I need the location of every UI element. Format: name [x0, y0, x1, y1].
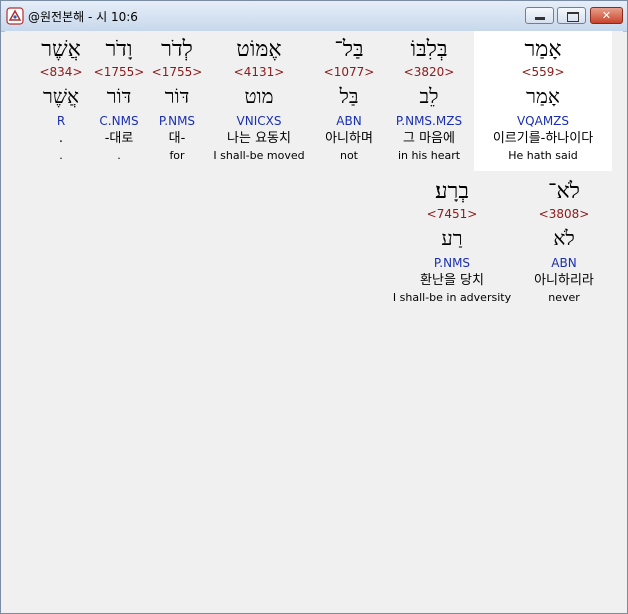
english-gloss: for: [169, 149, 185, 162]
english-gloss: I shall-be moved: [213, 149, 305, 162]
korean-gloss: 나는 요동치: [227, 131, 291, 146]
lemma: מוט: [244, 84, 274, 108]
english-gloss: I shall-be in adversity: [392, 291, 512, 304]
lemma: אָמַר: [526, 84, 560, 108]
english-gloss: in his heart: [397, 149, 461, 162]
hebrew-word: בְרָע׃: [435, 179, 469, 204]
strong-number[interactable]: <3808>: [513, 207, 615, 221]
app-window: @원전본해 - 시 10:6 ✕ אָמַר <559> אָמַר VQAMZ…: [0, 0, 628, 614]
word-column[interactable]: בְרָע׃ <7451> רַע P.NMS 환난을 당치 I shall-b…: [387, 173, 517, 305]
strong-number[interactable]: <4131>: [207, 65, 311, 79]
morphology-code[interactable]: C.NMS: [91, 113, 147, 129]
window-title: @원전본해 - 시 10:6: [28, 10, 138, 24]
korean-gloss: 대-: [168, 131, 186, 146]
hebrew-word: אָמַר: [524, 37, 562, 62]
hebrew-word: לֹא־: [548, 179, 580, 204]
lemma: רַע: [441, 226, 463, 250]
morphology-code[interactable]: ABN: [513, 255, 615, 271]
hebrew-word: אֶמּוֹט: [236, 37, 282, 62]
hebrew-word: בְּלִבּוֹ: [410, 37, 448, 62]
strong-number[interactable]: <1755>: [149, 65, 205, 79]
english-gloss: .: [117, 149, 121, 162]
app-icon: [6, 7, 24, 25]
morphology-code[interactable]: P.NMS: [387, 255, 517, 271]
morphology-code[interactable]: P.NMS.MZS: [387, 113, 471, 129]
korean-gloss: 이르기를-하나이다: [492, 131, 594, 146]
morphology-code[interactable]: VNICXS: [207, 113, 311, 129]
minimize-icon: [535, 17, 545, 20]
close-icon: ✕: [601, 9, 612, 22]
word-column[interactable]: אֶמּוֹט <4131> מוט VNICXS 나는 요동치 I shall…: [207, 31, 311, 163]
lemma: לֹא: [553, 226, 575, 250]
korean-gloss: 아니하며: [325, 131, 373, 146]
word-column[interactable]: אָמַר <559> אָמַר VQAMZS 이르기를-하나이다 He ha…: [474, 31, 612, 171]
close-button[interactable]: ✕: [590, 7, 623, 24]
korean-gloss: -대로: [104, 131, 134, 146]
hebrew-word: אֲשֶׁר: [41, 37, 81, 62]
word-column[interactable]: לְדֹר <1755> דּוֹר P.NMS 대- for: [149, 31, 205, 163]
morphology-code[interactable]: VQAMZS: [474, 113, 612, 129]
word-column[interactable]: בַּל־ <1077> בַּל ABN 아니하며 not: [313, 31, 385, 163]
word-column[interactable]: בְּלִבּוֹ <3820> לֵב P.NMS.MZS 그 마음에 in …: [387, 31, 471, 163]
morphology-code[interactable]: ABN: [313, 113, 385, 129]
korean-gloss: 아니하리라: [534, 273, 594, 288]
hebrew-word: וָדֹר: [105, 37, 133, 62]
morphology-code[interactable]: P.NMS: [149, 113, 205, 129]
english-gloss: not: [339, 149, 358, 162]
word-column[interactable]: לֹא־ <3808> לֹא ABN 아니하리라 never: [513, 173, 615, 305]
word-column[interactable]: וָדֹר <1755> דּוֹר C.NMS -대로 .: [91, 31, 147, 163]
english-gloss: .: [59, 149, 63, 162]
korean-gloss: 그 마음에: [403, 131, 455, 146]
title-bar[interactable]: @원전본해 - 시 10:6 ✕: [1, 1, 627, 32]
korean-gloss: .: [58, 131, 64, 146]
korean-gloss: 환난을 당치: [420, 273, 484, 288]
maximize-icon: [567, 12, 579, 22]
lemma: בַּל: [339, 84, 359, 108]
lemma: אֲשֶׁר: [43, 84, 79, 108]
morphology-code[interactable]: R: [33, 113, 89, 129]
lemma: לֵב: [419, 84, 439, 108]
hebrew-word: לְדֹר: [161, 37, 193, 62]
strong-number[interactable]: <3820>: [387, 65, 471, 79]
strong-number[interactable]: <834>: [33, 65, 89, 79]
strong-number[interactable]: <559>: [474, 65, 612, 79]
minimize-button[interactable]: [525, 7, 554, 24]
strong-number[interactable]: <1077>: [313, 65, 385, 79]
lemma: דּוֹר: [164, 84, 190, 108]
strong-number[interactable]: <7451>: [387, 207, 517, 221]
maximize-button[interactable]: [557, 7, 586, 24]
strong-number[interactable]: <1755>: [91, 65, 147, 79]
hebrew-word: בַּל־: [334, 37, 364, 62]
english-gloss: He hath said: [508, 149, 578, 162]
word-column[interactable]: אֲשֶׁר <834> אֲשֶׁר R . .: [33, 31, 89, 163]
lemma: דּוֹר: [106, 84, 132, 108]
interlinear-panel: אָמַר <559> אָמַר VQAMZS 이르기를-하나이다 He ha…: [5, 31, 623, 609]
english-gloss: never: [548, 291, 580, 304]
